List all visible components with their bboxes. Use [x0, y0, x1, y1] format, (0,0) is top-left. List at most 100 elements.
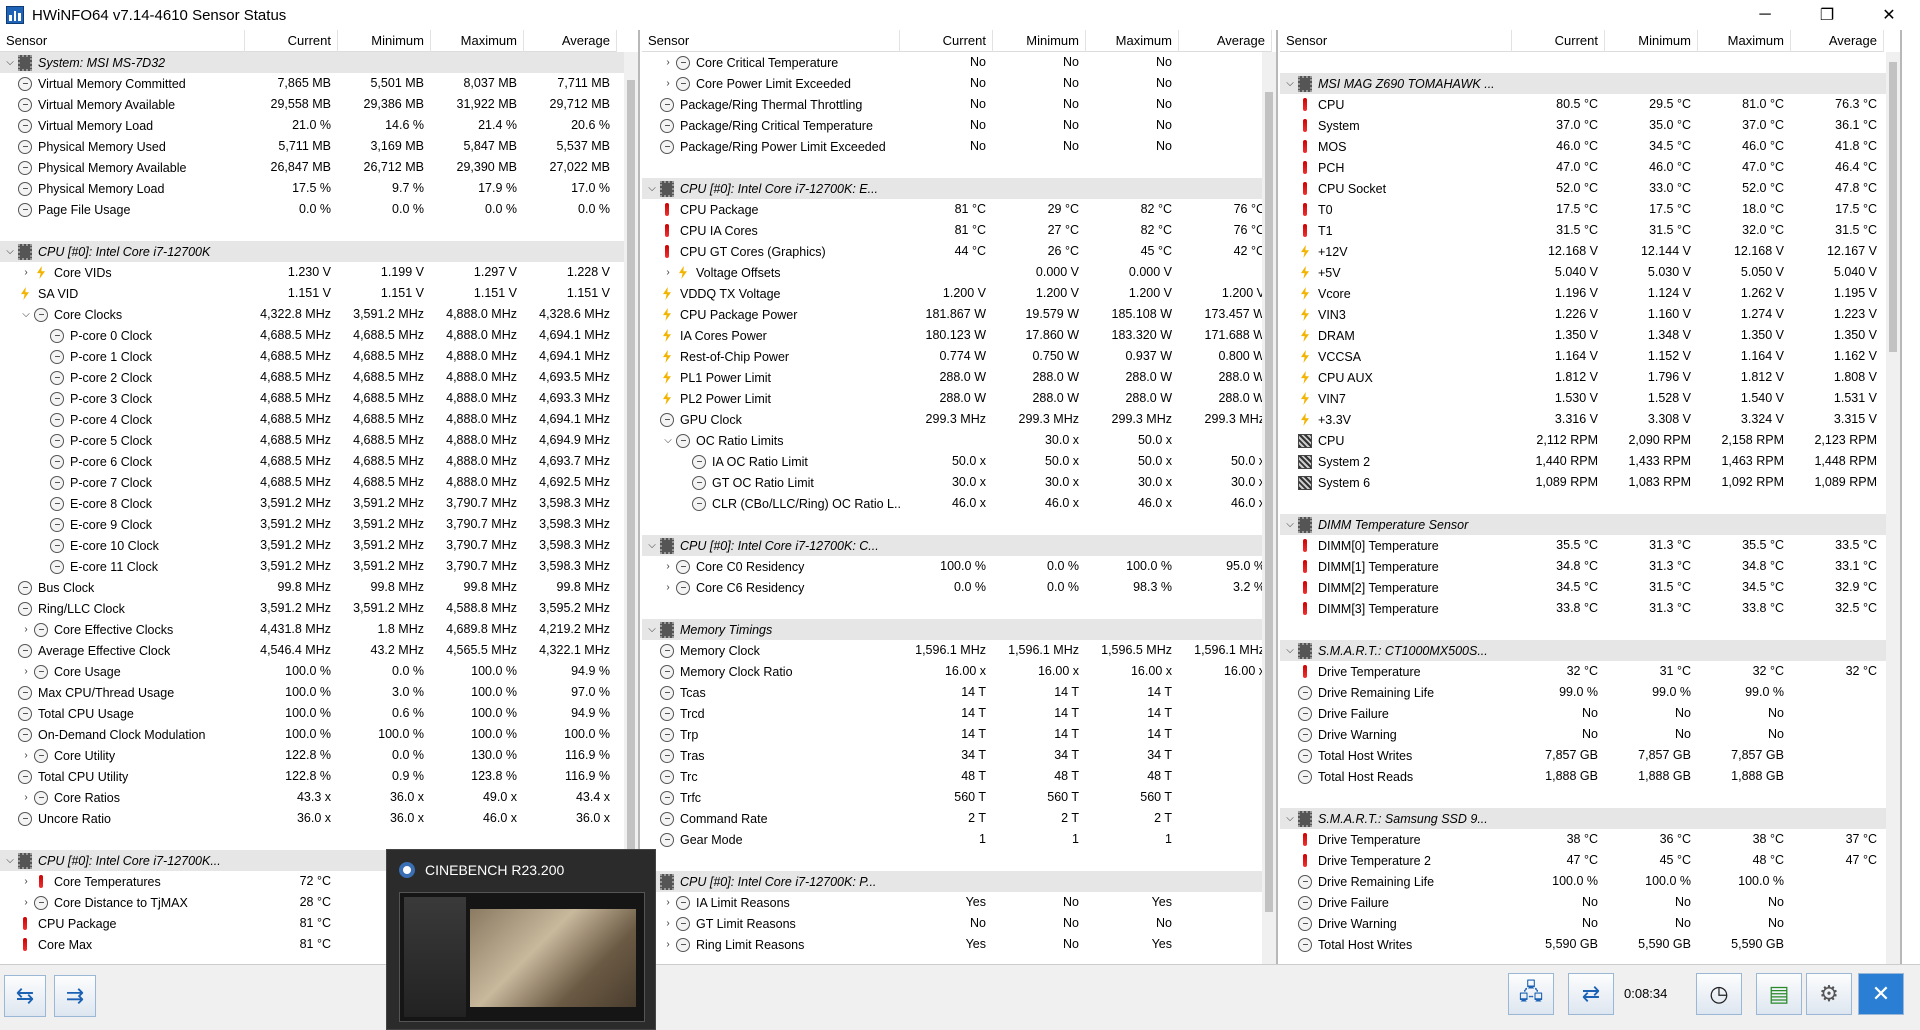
sensor-row[interactable]: Rest-of-Chip Power 0.774 W 0.750 W 0.937 W 0…	[642, 346, 1272, 367]
logging-button[interactable]: ▤	[1756, 973, 1802, 1015]
close-sensors-button[interactable]: ✕	[1858, 973, 1904, 1015]
scrollbar-thumb[interactable]	[1265, 92, 1273, 912]
sensor-row[interactable]: Max CPU/Thread Usage 100.0 % 3.0 % 100.0 % 9…	[0, 682, 626, 703]
expand-toggle-icon[interactable]: ›	[660, 939, 676, 950]
sensor-row[interactable]: System 6 1,089 RPM 1,083 RPM 1,092 RPM 1,089…	[1280, 472, 1888, 493]
sensor-row[interactable]: Virtual Memory Committed 7,865 MB 5,501 MB…	[0, 73, 626, 94]
sensor-row[interactable]: › Core Utility 122.8 % 0.0 % 130.0 % 116.9 %	[0, 745, 626, 766]
sensor-row[interactable]: Drive Remaining Life 100.0 % 100.0 % 100.0 …	[1280, 871, 1888, 892]
cinebench-taskbar-preview[interactable]: CINEBENCH R23.200	[386, 849, 656, 1030]
sensor-row[interactable]: Drive Failure No No No	[1280, 703, 1888, 724]
expand-toggle-icon[interactable]: ›	[660, 897, 676, 908]
sensor-row[interactable]: Package/Ring Thermal Throttling No No No	[642, 94, 1272, 115]
scrollbar-thumb[interactable]	[627, 80, 635, 940]
sensor-row[interactable]: Package/Ring Critical Temperature No No No	[642, 115, 1272, 136]
column-header-sensor[interactable]: Sensor	[0, 30, 245, 52]
clock-reset-button[interactable]: ◷	[1696, 973, 1742, 1015]
sensor-row[interactable]: DIMM[0] Temperature 35.5 °C 31.3 °C 35.5 °C…	[1280, 535, 1888, 556]
sensor-row[interactable]: › Core C6 Residency 0.0 % 0.0 % 98.3 % 3.2 %	[642, 577, 1272, 598]
expand-toggle-icon[interactable]: ›	[660, 267, 676, 278]
sensor-row[interactable]: P-core 7 Clock 4,688.5 MHz 4,688.5 MHz 4,88…	[0, 472, 626, 493]
column-header-minimum[interactable]: Minimum	[338, 30, 431, 52]
sensor-row[interactable]: CPU IA Cores 81 °C 27 °C 82 °C 76 °C	[642, 220, 1272, 241]
column-header-minimum[interactable]: Minimum	[993, 30, 1086, 52]
sensor-row[interactable]: T1 31.5 °C 31.5 °C 32.0 °C 31.5 °C	[1280, 220, 1888, 241]
sensor-row[interactable]: Trfc 560 T 560 T 560 T	[642, 787, 1272, 808]
sensor-group-header[interactable]: ⌵ Memory Timings	[642, 619, 1264, 640]
vertical-scrollbar[interactable]	[1886, 52, 1900, 964]
column-header-maximum[interactable]: Maximum	[431, 30, 524, 52]
sensor-row[interactable]: Command Rate 2 T 2 T 2 T	[642, 808, 1272, 829]
sensor-row[interactable]: Tras 34 T 34 T 34 T	[642, 745, 1272, 766]
sensor-row[interactable]: +12V 12.168 V 12.144 V 12.168 V 12.167 V	[1280, 241, 1888, 262]
sensor-row[interactable]: › Core VIDs 1.230 V 1.199 V 1.297 V 1.228 V	[0, 262, 626, 283]
expand-toggle-icon[interactable]: ›	[660, 78, 676, 89]
sensor-row[interactable]: System 37.0 °C 35.0 °C 37.0 °C 36.1 °C	[1280, 115, 1888, 136]
sensor-row[interactable]: Trc 48 T 48 T 48 T	[642, 766, 1272, 787]
minimize-button[interactable]: ─	[1734, 0, 1796, 30]
expand-toggle-icon[interactable]: ⌵	[2, 57, 18, 68]
column-header-average[interactable]: Average	[1791, 30, 1884, 52]
nav-collapse-icon[interactable]: ⇉	[54, 975, 96, 1017]
sensor-row[interactable]: P-core 2 Clock 4,688.5 MHz 4,688.5 MHz 4,88…	[0, 367, 626, 388]
sensor-row[interactable]: P-core 6 Clock 4,688.5 MHz 4,688.5 MHz 4,88…	[0, 451, 626, 472]
sensor-row[interactable]: Total Host Writes 7,857 GB 7,857 GB 7,857 G…	[1280, 745, 1888, 766]
sensor-row[interactable]: PCH 47.0 °C 46.0 °C 47.0 °C 46.4 °C	[1280, 157, 1888, 178]
sensor-row[interactable]: CPU Package Power 181.867 W 19.579 W 185.10…	[642, 304, 1272, 325]
sensor-row[interactable]: P-core 0 Clock 4,688.5 MHz 4,688.5 MHz 4,88…	[0, 325, 626, 346]
expand-toggle-icon[interactable]: ›	[18, 624, 34, 635]
sensor-group-header[interactable]: ⌵CPU [#0]: Intel Core i7-12700K: P...	[642, 871, 1264, 892]
expand-toggle-icon[interactable]: ⌵	[2, 246, 18, 257]
column-header-average[interactable]: Average	[524, 30, 617, 52]
sensor-row[interactable]: T0 17.5 °C 17.5 °C 18.0 °C 17.5 °C	[1280, 199, 1888, 220]
expand-toggle-icon[interactable]: ⌵	[1282, 813, 1298, 824]
sensor-row[interactable]: PL1 Power Limit 288.0 W 288.0 W 288.0 W 288.…	[642, 367, 1272, 388]
sensor-row[interactable]: Memory Clock 1,596.1 MHz 1,596.1 MHz 1,596.…	[642, 640, 1272, 661]
sensor-row[interactable]: On-Demand Clock Modulation 100.0 % 100.0 %…	[0, 724, 626, 745]
sensor-row[interactable]: E-core 11 Clock 3,591.2 MHz 3,591.2 MHz 3,7…	[0, 556, 626, 577]
sensor-row[interactable]: E-core 9 Clock 3,591.2 MHz 3,591.2 MHz 3,79…	[0, 514, 626, 535]
expand-toggle-icon[interactable]: ›	[660, 918, 676, 929]
expand-toggle-icon[interactable]: ›	[660, 57, 676, 68]
sensor-row[interactable]: Drive Temperature 2 47 °C 45 °C 48 °C 47 °C	[1280, 850, 1888, 871]
sensor-group-header[interactable]: ⌵ CPU [#0]: Intel Core i7-12700K	[0, 241, 626, 262]
sensor-row[interactable]: Page File Usage 0.0 % 0.0 % 0.0 % 0.0 %	[0, 199, 626, 220]
sensor-row[interactable]: Drive Temperature 38 °C 36 °C 38 °C 37 °C	[1280, 829, 1888, 850]
sensor-row[interactable]: › Core Power Limit Exceeded No No No	[642, 73, 1272, 94]
column-header-maximum[interactable]: Maximum	[1086, 30, 1179, 52]
expand-toggle-icon[interactable]: ›	[660, 582, 676, 593]
sensor-row[interactable]: Memory Clock Ratio 16.00 x 16.00 x 16.00 x 1…	[642, 661, 1272, 682]
expand-toggle-icon[interactable]: ›	[18, 267, 34, 278]
expand-toggle-icon[interactable]: ›	[18, 876, 34, 887]
sensor-row[interactable]: P-core 1 Clock 4,688.5 MHz 4,688.5 MHz 4,88…	[0, 346, 626, 367]
expand-toggle-icon[interactable]: ⌵	[1282, 645, 1298, 656]
sensor-row[interactable]: › Core Critical Temperature No No No	[642, 52, 1272, 73]
sensor-row[interactable]: DIMM[2] Temperature 34.5 °C 31.5 °C 34.5 °C…	[1280, 577, 1888, 598]
expand-toggle-icon[interactable]: ›	[18, 666, 34, 677]
sensor-row[interactable]: Drive Failure No No No	[1280, 892, 1888, 913]
expand-toggle-icon[interactable]: ⌵	[644, 540, 660, 551]
sensor-row[interactable]: Uncore Ratio 36.0 x 36.0 x 46.0 x 36.0 x	[0, 808, 626, 829]
sensor-row[interactable]: IA Cores Power 180.123 W 17.860 W 183.320 W…	[642, 325, 1272, 346]
nav-left-icon[interactable]: ⇆	[4, 975, 46, 1017]
column-header-average[interactable]: Average	[1179, 30, 1272, 52]
sensor-group-header[interactable]: ⌵ System: MSI MS-7D32	[0, 52, 626, 73]
expand-toggle-icon[interactable]: ›	[18, 750, 34, 761]
sensor-row[interactable]: CPU 80.5 °C 29.5 °C 81.0 °C 76.3 °C	[1280, 94, 1888, 115]
sensor-row[interactable]: Vcore 1.196 V 1.124 V 1.262 V 1.195 V	[1280, 283, 1888, 304]
expand-toggle-icon[interactable]: ⌵	[1282, 78, 1298, 89]
expand-toggle-icon[interactable]: ⌵	[644, 624, 660, 635]
sensor-row[interactable]: VIN7 1.530 V 1.528 V 1.540 V 1.531 V	[1280, 388, 1888, 409]
expand-toggle-icon[interactable]: ⌵	[660, 435, 676, 446]
sensor-row[interactable]: Total Host Writes 5,590 GB 5,590 GB 5,590 G…	[1280, 934, 1888, 955]
column-header-current[interactable]: Current	[1512, 30, 1605, 52]
sensor-row[interactable]: +5V 5.040 V 5.030 V 5.050 V 5.040 V	[1280, 262, 1888, 283]
sensor-row[interactable]: P-core 5 Clock 4,688.5 MHz 4,688.5 MHz 4,88…	[0, 430, 626, 451]
sensor-row[interactable]: DRAM 1.350 V 1.348 V 1.350 V 1.350 V	[1280, 325, 1888, 346]
sensor-row[interactable]: CPU 2,112 RPM 2,090 RPM 2,158 RPM 2,123 RPM	[1280, 430, 1888, 451]
sensor-row[interactable]: Ring/LLC Clock 3,591.2 MHz 3,591.2 MHz 4,58…	[0, 598, 626, 619]
sensor-row[interactable]: VCCSA 1.164 V 1.152 V 1.164 V 1.162 V	[1280, 346, 1888, 367]
sensor-row[interactable]: CLR (CBo/LLC/Ring) OC Ratio L... 46.0 x 46…	[642, 493, 1272, 514]
sensor-row[interactable]: Virtual Memory Available 29,558 MB 29,386 …	[0, 94, 626, 115]
sensor-row[interactable]: SA VID 1.151 V 1.151 V 1.151 V 1.151 V	[0, 283, 626, 304]
